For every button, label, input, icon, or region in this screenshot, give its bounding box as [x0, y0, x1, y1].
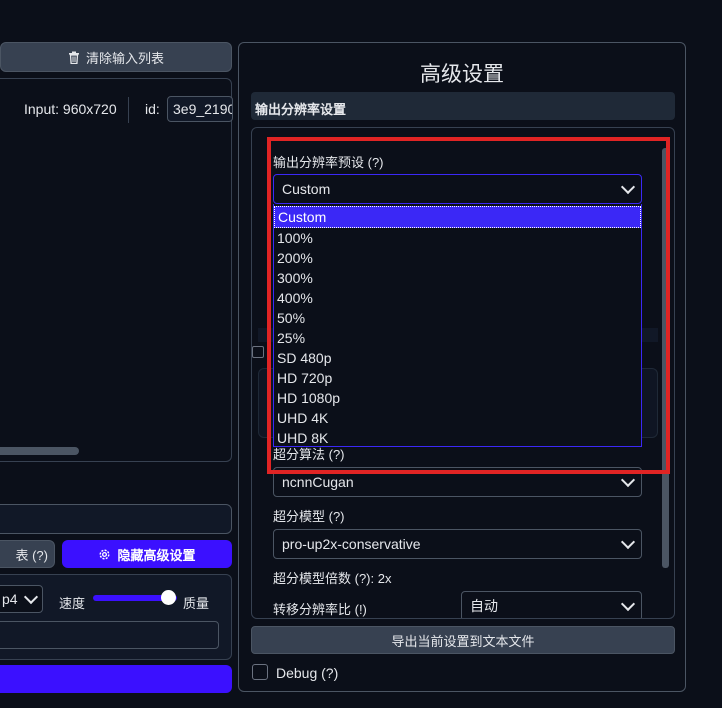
scale-label: 超分模型倍数 (?): 2x: [273, 571, 392, 586]
chevron-down-icon: [620, 472, 636, 488]
format-select[interactable]: p4: [0, 585, 43, 613]
output-path-input[interactable]: [0, 621, 219, 649]
speed-label: 速度: [59, 596, 86, 611]
horizontal-scrollbar[interactable]: [0, 447, 79, 455]
chevron-down-icon: [620, 534, 636, 550]
trash-icon: [68, 51, 80, 64]
encoding-panel: p4 速度 质量: [0, 574, 232, 660]
speed-quality-slider[interactable]: [93, 590, 177, 605]
section-header-label: 输出分辨率设置: [255, 102, 347, 117]
debug-checkbox[interactable]: [252, 664, 268, 680]
model-select[interactable]: pro-up2x-conservative: [273, 529, 642, 559]
id-input[interactable]: 3e9_2190: [167, 96, 233, 122]
highlight-box: [267, 137, 670, 474]
clear-input-list-button[interactable]: 清除输入列表: [0, 42, 232, 72]
panel-title: 高级设置: [420, 63, 504, 86]
debug-label: Debug (?): [276, 665, 339, 681]
id-label: id:: [145, 101, 160, 117]
ratio-value: 自动: [470, 598, 498, 614]
format-value: p4: [2, 591, 18, 607]
export-settings-button[interactable]: 导出当前设置到文本文件: [251, 626, 675, 654]
help-button-label: 表 (?): [15, 547, 48, 563]
input-preview-panel: Input: 960x720 id: 3e9_2190: [0, 78, 233, 462]
model-label: 超分模型 (?): [273, 509, 345, 524]
slider-handle[interactable]: [161, 590, 176, 605]
checkbox[interactable]: [252, 346, 264, 358]
model-value: pro-up2x-conservative: [282, 536, 421, 552]
chevron-down-icon: [620, 596, 636, 612]
chevron-down-icon: [23, 589, 39, 605]
start-button[interactable]: [0, 665, 232, 693]
input-info: Input: 960x720: [24, 101, 117, 117]
algo-value: ncnnCugan: [282, 474, 354, 490]
help-button[interactable]: 表 (?): [0, 540, 55, 568]
divider: [128, 97, 129, 123]
ratio-select[interactable]: 自动: [461, 591, 642, 618]
id-value: 3e9_2190: [173, 101, 233, 117]
quality-label: 质量: [183, 596, 210, 611]
clear-input-list-label: 清除输入列表: [85, 50, 164, 66]
ratio-label: 转移分辨率比 (!): [273, 602, 367, 617]
text-input[interactable]: [0, 504, 232, 534]
export-settings-label: 导出当前设置到文本文件: [391, 633, 535, 649]
hide-advanced-settings-label: 隐藏高级设置: [117, 547, 196, 563]
gear-icon: [98, 548, 111, 561]
section-header[interactable]: 输出分辨率设置: [251, 92, 675, 120]
hide-advanced-settings-button[interactable]: 隐藏高级设置: [62, 540, 232, 568]
